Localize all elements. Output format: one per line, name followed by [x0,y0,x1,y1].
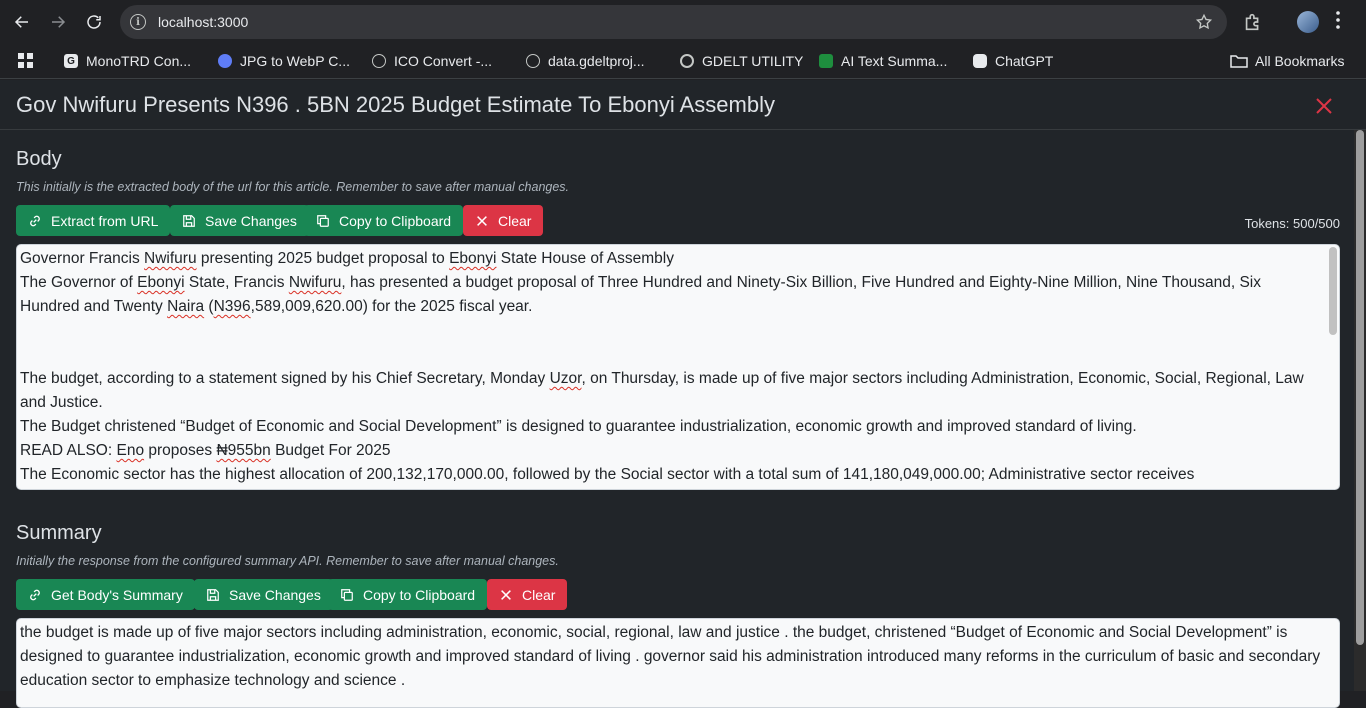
folder-icon [1230,55,1248,68]
modal-header: Gov Nwifuru Presents N396 . 5BN 2025 Bud… [0,80,1366,130]
body-blank-line [20,343,1323,367]
page-title: Gov Nwifuru Presents N396 . 5BN 2025 Bud… [16,92,775,117]
browser-toolbar: i localhost:3000 [0,0,1366,44]
body-save-changes-button[interactable]: Save Changes [170,205,309,236]
profile-avatar[interactable] [1297,11,1319,33]
bookmark-ai-text-summa[interactable]: AI Text Summa... [819,51,947,71]
body-section-title: Body [16,148,62,170]
link-icon [30,589,40,600]
body-copy-button[interactable]: Copy to Clipboard [304,205,464,236]
reload-icon[interactable] [78,6,110,38]
bookmark-monotrd[interactable]: G MonoTRD Con... [64,51,191,71]
copy-icon [317,214,329,227]
bookmark-gdelt-utility[interactable]: GDELT UTILITY [680,51,803,71]
bookmark-star-icon[interactable] [1195,13,1213,36]
body-hint: This initially is the extracted body of … [16,180,570,194]
jpg-webp-favicon-icon [218,54,232,68]
body-paragraph: Governor Francis Nwifuru presenting 2025… [20,250,674,267]
menu-dots-icon[interactable] [1336,11,1340,34]
summary-clear-button[interactable]: Clear [487,579,568,610]
article-editor: Gov Nwifuru Presents N396 . 5BN 2025 Bud… [0,80,1366,708]
site-info-icon[interactable]: i [130,14,146,30]
get-summary-button[interactable]: Get Body's Summary [16,579,195,610]
url-text: localhost:3000 [158,14,249,30]
back-icon[interactable] [6,6,38,38]
page-scrollbar-thumb[interactable] [1356,130,1364,645]
copy-icon [341,588,353,601]
address-bar[interactable]: i localhost:3000 [120,5,1227,39]
close-icon[interactable] [1314,96,1334,116]
body-textarea-scrollbar[interactable] [1329,247,1337,335]
bookmark-gdelt-data[interactable]: data.gdeltproj... [526,51,645,71]
body-clear-button[interactable]: Clear [463,205,544,236]
summary-hint: Initially the response from the configur… [16,554,559,568]
globe-icon [526,54,540,68]
save-icon [183,214,195,227]
bookmark-chatgpt[interactable]: ChatGPT [973,51,1053,71]
bookmarks-bar: G MonoTRD Con... JPG to WebP C... ICO Co… [0,44,1366,79]
link-icon [30,215,40,226]
body-blank-line [20,319,1323,343]
body-paragraph: The Budget christened “Budget of Economi… [20,418,1137,435]
all-bookmarks-folder[interactable]: All Bookmarks [1230,51,1344,71]
bookmark-jpg-to-webp[interactable]: JPG to WebP C... [218,51,350,71]
summary-section-title: Summary [16,522,102,544]
forward-icon[interactable] [42,6,74,38]
apps-grid-icon[interactable] [18,51,34,71]
extract-from-url-button[interactable]: Extract from URL [16,205,171,236]
body-textarea[interactable]: Governor Francis Nwifuru presenting 2025… [16,244,1340,490]
save-icon [207,588,219,601]
body-paragraph: The Governor of Ebonyi State, Francis Nw… [20,274,1261,315]
summary-save-changes-button[interactable]: Save Changes [194,579,333,610]
extensions-icon[interactable] [1242,11,1264,38]
body-paragraph: The budget, according to a statement sig… [20,370,1304,411]
globe-icon [372,54,386,68]
monotrd-favicon-icon: G [64,54,78,68]
close-icon [501,589,511,600]
summary-textarea[interactable]: the budget is made up of five major sect… [16,618,1340,708]
summary-text: the budget is made up of five major sect… [20,624,1321,689]
gdelt-utility-favicon-icon [680,54,694,68]
body-paragraph: READ ALSO: Eno proposes ₦955bn Budget Fo… [20,442,391,459]
token-counter: Tokens: 500/500 [1244,216,1340,231]
page-scrollbar[interactable] [1354,130,1366,691]
chatgpt-favicon-icon [973,54,987,68]
ai-summa-favicon-icon [819,54,833,68]
close-icon [477,215,487,226]
summary-copy-button[interactable]: Copy to Clipboard [328,579,488,610]
bookmark-ico-convert[interactable]: ICO Convert -... [372,51,492,71]
body-paragraph: The Economic sector has the highest allo… [20,466,1195,483]
